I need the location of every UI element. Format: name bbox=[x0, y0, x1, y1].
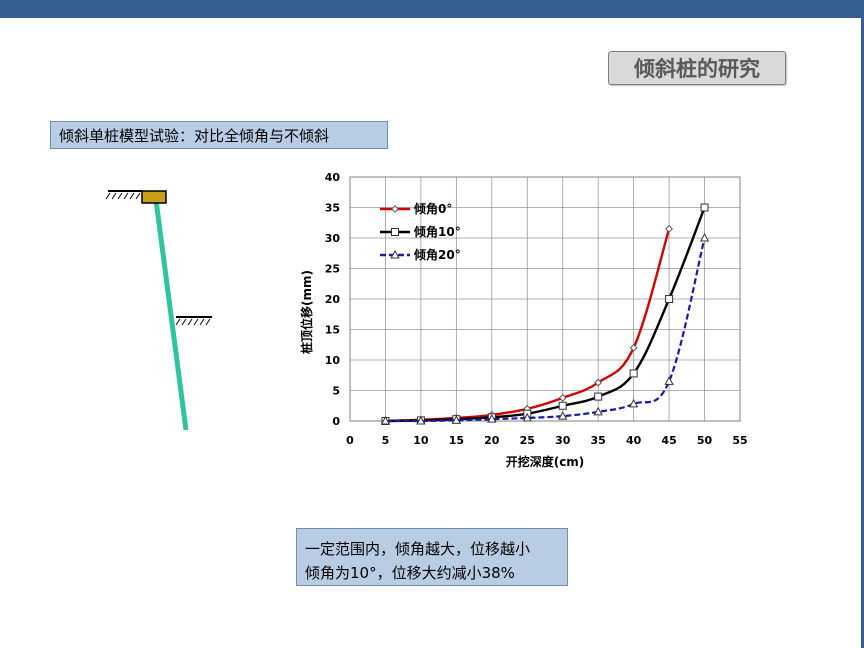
data-point bbox=[665, 224, 673, 233]
data-point bbox=[699, 232, 710, 242]
data-point bbox=[664, 376, 674, 385]
y-tick-label: 15 bbox=[325, 324, 340, 337]
data-point bbox=[558, 401, 567, 410]
data-point bbox=[665, 295, 674, 303]
data-point bbox=[391, 205, 399, 213]
y-tick-label: 0 bbox=[332, 415, 340, 428]
data-point bbox=[391, 228, 399, 236]
x-tick-label: 15 bbox=[449, 434, 464, 447]
legend-entry: 倾角0° bbox=[380, 201, 452, 216]
pile-cap bbox=[141, 190, 167, 204]
legend-label: 倾角20° bbox=[413, 247, 461, 262]
legend-entry: 倾角10° bbox=[380, 224, 461, 239]
slide-title: 倾斜桩的研究 bbox=[608, 51, 786, 85]
displacement-chart: 0510152025303540 0 5 10 15 20 25 30 35 40 45 50 55 … bbox=[299, 171, 748, 469]
chart-legend: 倾角0° 倾角10° 倾角20° bbox=[380, 201, 461, 262]
x-axis-label: 开挖深度(cm) bbox=[506, 454, 585, 469]
conclusion-line-1: 一定范围内，倾角越大，位移越小 bbox=[305, 540, 531, 558]
y-tick-label: 25 bbox=[325, 263, 340, 276]
y-tick-label: 30 bbox=[325, 232, 341, 245]
legend-label: 倾角0° bbox=[413, 201, 452, 216]
y-tick-label: 5 bbox=[332, 385, 340, 398]
x-tick-label: 5 bbox=[382, 434, 390, 447]
data-point bbox=[629, 369, 638, 378]
x-tick-label: 35 bbox=[591, 434, 606, 447]
x-tick-label: 10 bbox=[413, 434, 429, 447]
chart-grid bbox=[349, 176, 741, 422]
conclusion-note: 一定范围内，倾角越大，位移越小 倾角为10°，位移大约减小38% bbox=[296, 528, 568, 586]
ground-surface-excavated bbox=[175, 316, 212, 326]
ground-surface-top bbox=[105, 190, 142, 200]
x-tick-label: 45 bbox=[661, 434, 676, 447]
x-tick-label: 55 bbox=[732, 434, 747, 447]
y-tick-label: 40 bbox=[325, 171, 341, 184]
conclusion-line-2: 倾角为10°，位移大约减小38% bbox=[305, 564, 515, 582]
inclined-pile bbox=[153, 199, 189, 431]
x-tick-label: 40 bbox=[626, 434, 642, 447]
y-tick-label: 20 bbox=[325, 293, 341, 306]
data-point bbox=[700, 203, 709, 212]
data-point bbox=[558, 393, 567, 402]
x-tick-label: 25 bbox=[520, 434, 535, 447]
y-tick-labels: 0 5 10 15 20 25 30 35 40 bbox=[325, 171, 341, 428]
y-tick-label: 10 bbox=[325, 354, 341, 367]
x-tick-label: 0 bbox=[346, 434, 354, 447]
series-line bbox=[385, 207, 706, 423]
y-axis-label: 桩顶位移(mm) bbox=[299, 270, 314, 354]
slide-subtitle: 倾斜单桩模型试验：对比全倾角与不倾斜 bbox=[50, 121, 388, 149]
x-tick-label: 20 bbox=[484, 434, 500, 447]
header-bar bbox=[0, 0, 864, 18]
legend-entry: 倾角20° bbox=[380, 247, 461, 262]
inclined-pile-diagram bbox=[105, 190, 212, 431]
x-tick-labels: 0 5 10 15 20 25 30 35 40 45 50 55 bbox=[346, 434, 747, 447]
data-point bbox=[594, 392, 603, 401]
y-tick-label: 35 bbox=[325, 202, 340, 215]
x-tick-label: 50 bbox=[697, 434, 713, 447]
legend-label: 倾角10° bbox=[413, 224, 461, 239]
x-tick-label: 30 bbox=[555, 434, 571, 447]
